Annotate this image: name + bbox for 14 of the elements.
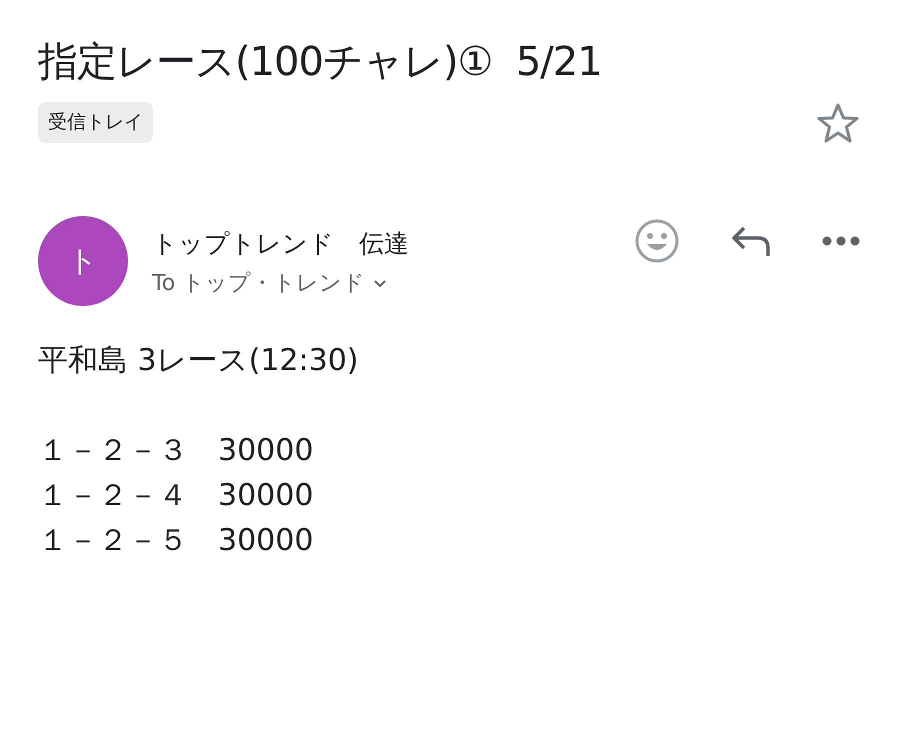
inbox-label: 受信トレイ (38, 102, 153, 142)
email-subject: 指定レース(100チャレ)① 5/21 (38, 38, 602, 86)
emoji-icon[interactable] (634, 218, 680, 264)
body-text-line: １－２－３ 30000 (38, 432, 314, 470)
chevron-down-icon (373, 279, 388, 288)
body-text-line: １－２－５ 30000 (38, 522, 314, 560)
sender-name: トップトレンド 伝達 (152, 228, 410, 260)
more-icon[interactable] (822, 236, 860, 246)
sender-avatar: ト (38, 216, 128, 306)
reply-icon[interactable] (730, 224, 772, 258)
recipient-toggle[interactable]: To トップ・トレンド (152, 270, 634, 297)
body-text-line: 平和島 3レース(12:30) (38, 342, 360, 380)
body-text-line: １－２－４ 30000 (38, 477, 314, 515)
star-icon[interactable] (816, 102, 860, 144)
